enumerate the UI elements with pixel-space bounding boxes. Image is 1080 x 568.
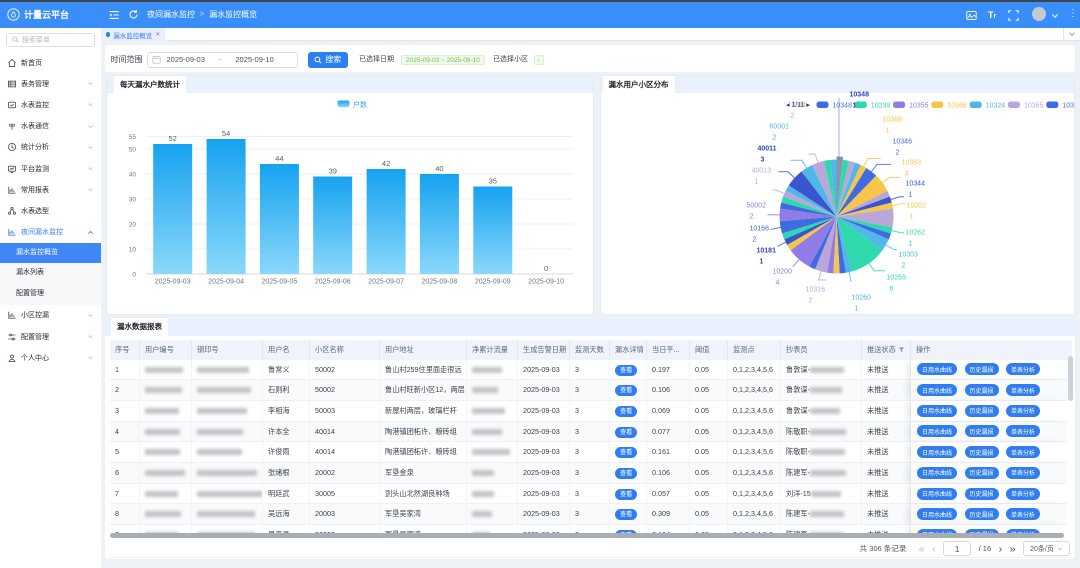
svg-text:40013: 40013	[751, 167, 771, 174]
svg-text:10200: 10200	[772, 268, 792, 275]
svg-text:10181: 10181	[756, 247, 776, 254]
svg-text:2025-09-05: 2025-09-05	[261, 278, 297, 285]
svg-text:50002: 50002	[746, 202, 766, 209]
svg-text:2025-09-09: 2025-09-09	[475, 278, 511, 285]
svg-text:10303: 10303	[898, 251, 918, 258]
svg-text:1: 1	[908, 240, 912, 247]
svg-text:2025-09-07: 2025-09-07	[368, 278, 404, 285]
svg-text:35: 35	[489, 176, 497, 185]
svg-text:10346: 10346	[892, 138, 912, 145]
svg-text:54: 54	[222, 129, 230, 138]
svg-text:2: 2	[772, 134, 776, 141]
svg-text:2: 2	[752, 236, 756, 243]
svg-text:10262: 10262	[905, 229, 925, 236]
svg-text:10365: 10365	[1024, 102, 1044, 109]
svg-text:42: 42	[382, 159, 390, 168]
svg-text:1: 1	[754, 178, 758, 185]
svg-text:1: 1	[854, 305, 858, 312]
svg-text:2: 2	[895, 149, 899, 156]
svg-text:40011: 40011	[757, 145, 776, 152]
svg-text:2: 2	[901, 262, 905, 269]
svg-text:1: 1	[759, 258, 763, 265]
svg-text:10166: 10166	[749, 225, 769, 232]
svg-text:6: 6	[889, 285, 893, 292]
svg-text:10260: 10260	[851, 294, 871, 301]
svg-text:10363: 10363	[901, 159, 921, 166]
svg-text:2025-09-06: 2025-09-06	[315, 278, 351, 285]
svg-text:10: 10	[129, 246, 137, 253]
svg-text:55: 55	[129, 134, 137, 141]
svg-text:40: 40	[435, 164, 443, 173]
svg-text:20: 20	[129, 221, 137, 228]
svg-text:10368: 10368	[882, 116, 902, 123]
svg-text:2025-09-04: 2025-09-04	[208, 278, 244, 285]
svg-text:10255: 10255	[886, 274, 906, 281]
svg-text:10202: 10202	[906, 202, 926, 209]
svg-text:4: 4	[775, 279, 779, 286]
svg-text:2025-09-10: 2025-09-10	[528, 278, 564, 285]
svg-text:10346: 10346	[787, 101, 807, 108]
svg-text:1: 1	[852, 102, 856, 109]
svg-text:30: 30	[129, 196, 137, 203]
svg-text:2: 2	[749, 213, 753, 220]
svg-text:2025-09-03: 2025-09-03	[155, 278, 191, 285]
svg-text:1034: 1034	[1062, 102, 1074, 109]
svg-text:2: 2	[808, 297, 812, 304]
svg-text:60001: 60001	[769, 123, 789, 130]
svg-text:50: 50	[129, 146, 137, 153]
svg-text:10239: 10239	[870, 102, 890, 109]
svg-text:10344: 10344	[905, 180, 925, 187]
svg-text:10355: 10355	[909, 102, 929, 109]
svg-text:39: 39	[329, 166, 337, 175]
svg-text:10348: 10348	[849, 91, 869, 98]
svg-text:2025-09-08: 2025-09-08	[421, 278, 457, 285]
svg-text:10368: 10368	[947, 102, 967, 109]
svg-text:1: 1	[909, 213, 913, 220]
svg-text:44: 44	[275, 154, 283, 163]
svg-text:3: 3	[904, 170, 908, 177]
svg-text:1: 1	[908, 191, 912, 198]
svg-text:1: 1	[885, 127, 889, 134]
svg-text:52: 52	[169, 134, 177, 143]
svg-text:10348: 10348	[832, 102, 852, 109]
svg-text:10316: 10316	[805, 286, 825, 293]
svg-text:40: 40	[129, 171, 137, 178]
svg-text:户数: 户数	[353, 100, 367, 109]
svg-text:3: 3	[760, 156, 764, 163]
svg-text:0: 0	[132, 271, 136, 278]
svg-text:10324: 10324	[985, 102, 1005, 109]
svg-text:2: 2	[790, 112, 794, 119]
svg-text:0: 0	[544, 264, 548, 273]
